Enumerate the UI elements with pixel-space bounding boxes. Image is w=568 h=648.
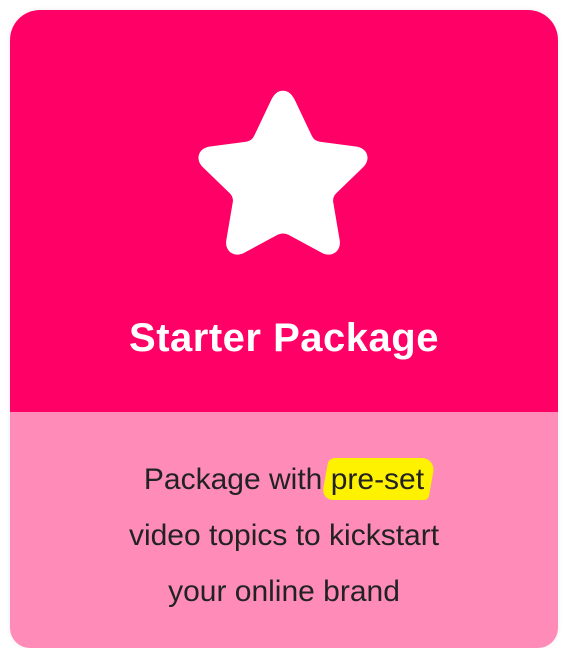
description-line-3: your online brand (168, 575, 400, 608)
starter-package-card[interactable]: Starter Package Package with pre-set vid… (10, 10, 558, 648)
description-line-2: video topics to kickstart (128, 519, 440, 552)
description-line-1: Package with pre-set (10, 452, 558, 508)
card-title: Starter Package (129, 316, 439, 360)
card-header: Starter Package (10, 10, 558, 412)
star-icon (198, 90, 368, 255)
card-description: Package with pre-set video topics to kic… (10, 452, 558, 620)
highlighted-text: pre-set (331, 452, 424, 508)
card-body: Package with pre-set video topics to kic… (10, 412, 558, 648)
description-text: Package with (143, 463, 331, 496)
